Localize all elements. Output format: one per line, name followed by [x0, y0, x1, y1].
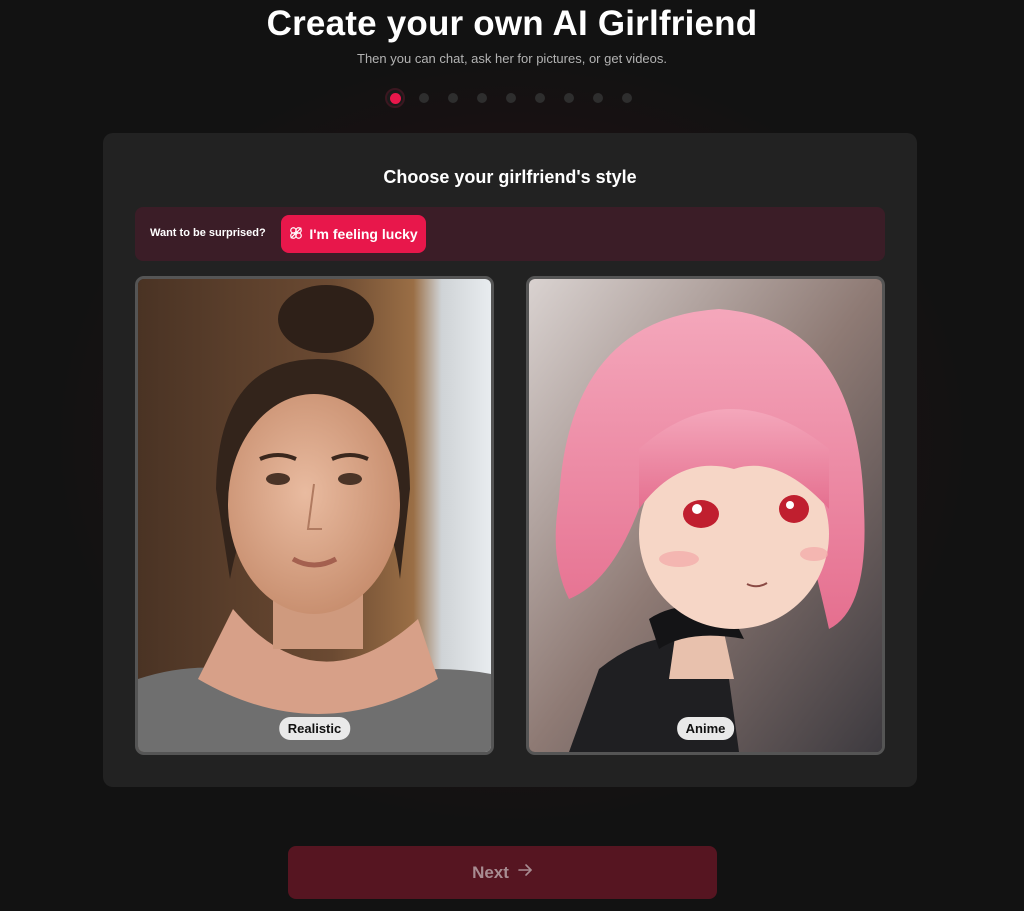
realistic-portrait — [138, 279, 491, 752]
next-label: Next — [472, 862, 509, 882]
style-option-anime[interactable]: Anime — [526, 276, 885, 755]
style-heading: Choose your girlfriend's style — [383, 167, 637, 187]
surprise-bar: Want to be surprised? I'm feeling lucky — [135, 207, 885, 261]
progress-step-1 — [385, 88, 405, 108]
progress-step-3 — [448, 93, 458, 103]
page-title: Create your own AI Girlfriend — [266, 4, 758, 43]
style-label-anime: Anime — [676, 717, 735, 740]
progress-step-7 — [564, 93, 574, 103]
progress-step-8 — [593, 93, 603, 103]
progress-step-9 — [622, 93, 632, 103]
progress-step-4 — [477, 93, 487, 103]
surprise-label: Want to be surprised? — [150, 227, 266, 239]
clover-icon — [289, 226, 303, 243]
style-option-realistic[interactable]: Realistic — [135, 276, 494, 755]
page-subtitle: Then you can chat, ask her for pictures,… — [357, 51, 667, 66]
feeling-lucky-button[interactable]: I'm feeling lucky — [281, 215, 426, 253]
style-label-realistic: Realistic — [278, 717, 351, 740]
anime-portrait — [529, 279, 882, 752]
style-card: Choose your girlfriend's style Want to b… — [103, 133, 917, 787]
progress-step-5 — [506, 93, 516, 103]
progress-step-6 — [535, 93, 545, 103]
next-button[interactable]: Next — [288, 846, 717, 899]
progress-steps — [385, 88, 651, 108]
feeling-lucky-label: I'm feeling lucky — [309, 226, 418, 242]
arrow-right-icon — [517, 862, 533, 883]
progress-step-2 — [419, 93, 429, 103]
